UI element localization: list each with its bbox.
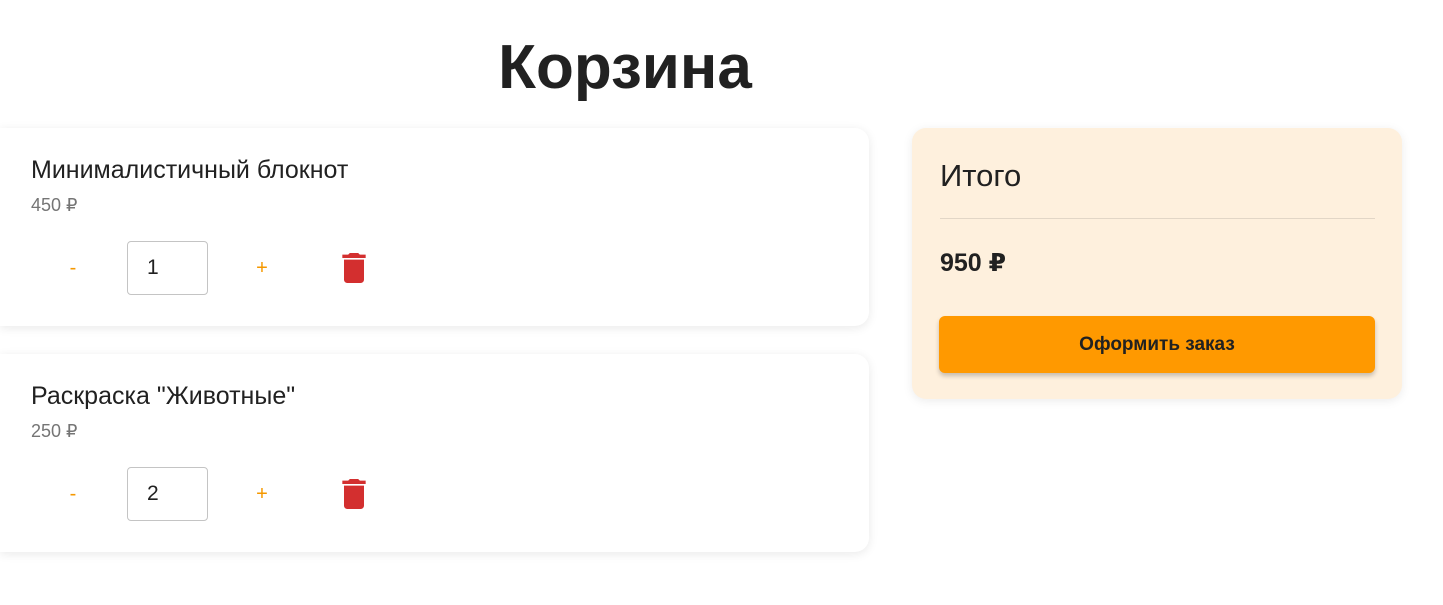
trash-icon (342, 253, 366, 283)
item-name: Минималистичный блокнот (31, 156, 349, 184)
increment-button[interactable]: + (242, 241, 282, 295)
delete-item-button[interactable] (334, 474, 374, 514)
quantity-controls: - + (0, 467, 420, 521)
checkout-button[interactable]: Оформить заказ (939, 316, 1375, 373)
summary-total: 950 ₽ (940, 249, 1007, 277)
order-summary: Итого 950 ₽ Оформить заказ (912, 128, 1402, 399)
decrement-button[interactable]: - (53, 467, 93, 521)
quantity-controls: - + (0, 241, 420, 295)
trash-icon (342, 479, 366, 509)
item-price: 250 ₽ (31, 421, 78, 441)
item-price: 450 ₽ (31, 195, 78, 215)
cart-item: Раскраска "Животные" 250 ₽ - + (0, 354, 869, 552)
quantity-input[interactable] (127, 467, 208, 521)
page-title: Корзина (498, 33, 752, 102)
increment-button[interactable]: + (242, 467, 282, 521)
decrement-button[interactable]: - (53, 241, 93, 295)
summary-title: Итого (940, 158, 1022, 193)
item-name: Раскраска "Животные" (31, 382, 296, 410)
cart-item-list: Минималистичный блокнот 450 ₽ - + Раскра… (0, 128, 869, 580)
summary-divider (940, 218, 1375, 219)
cart-item: Минималистичный блокнот 450 ₽ - + (0, 128, 869, 326)
delete-item-button[interactable] (334, 248, 374, 288)
quantity-input[interactable] (127, 241, 208, 295)
